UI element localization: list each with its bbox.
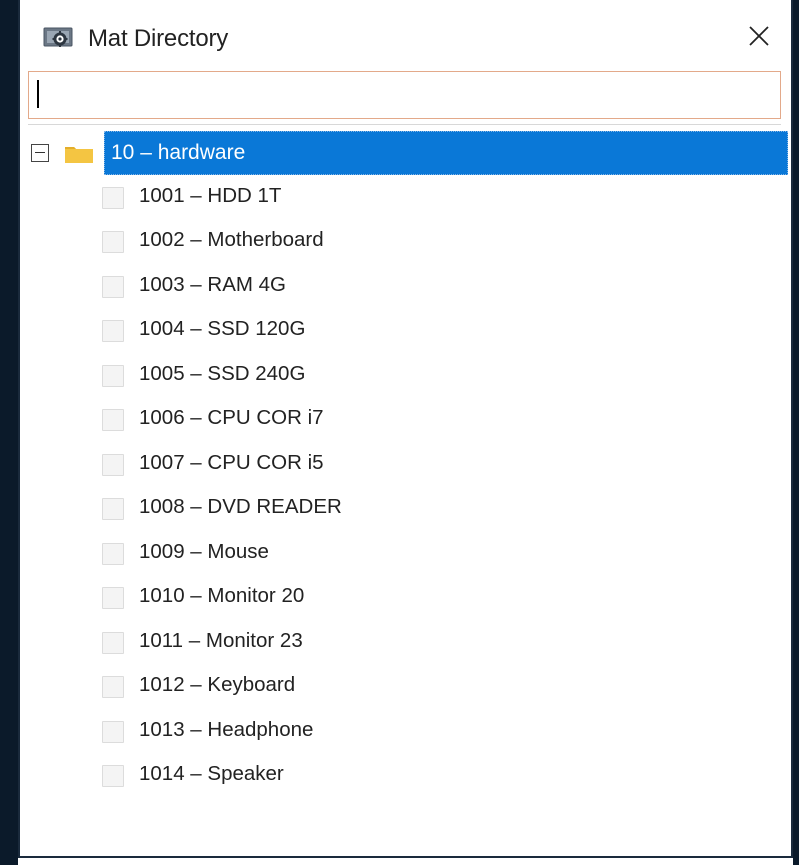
tree-item[interactable]: 1005 – SSD 240G: [102, 356, 502, 396]
tree-item-label: 1006 – CPU COR i7: [139, 406, 324, 429]
tree-item[interactable]: 1001 – HDD 1T: [102, 178, 502, 218]
tree-item[interactable]: 1010 – Monitor 20: [102, 578, 502, 618]
item-checkbox[interactable]: [102, 543, 124, 565]
tree-item[interactable]: 1002 – Motherboard: [102, 222, 502, 262]
tree-item[interactable]: 1013 – Headphone: [102, 712, 502, 752]
item-checkbox[interactable]: [102, 765, 124, 787]
mat-directory-window: Mat Directory 10 – hardware 1001 – HDD 1…: [18, 0, 793, 858]
tree-item-label: 1004 – SSD 120G: [139, 317, 306, 340]
tree-item-label: 1002 – Motherboard: [139, 228, 324, 251]
tree-item[interactable]: 1011 – Monitor 23: [102, 623, 502, 663]
background-edge-left: [0, 0, 18, 865]
tree-item[interactable]: 1014 – Speaker: [102, 756, 502, 796]
tree-item[interactable]: 1012 – Keyboard: [102, 667, 502, 707]
tree-item[interactable]: 1003 – RAM 4G: [102, 267, 502, 307]
tree-item-label: 1011 – Monitor 23: [139, 629, 303, 652]
item-checkbox[interactable]: [102, 409, 124, 431]
tree-item[interactable]: 1007 – CPU COR i5: [102, 445, 502, 485]
tree-item-label: 1009 – Mouse: [139, 540, 269, 563]
tree-item-label: 1001 – HDD 1T: [139, 184, 282, 207]
tree-item-label: 1003 – RAM 4G: [139, 273, 286, 296]
tree-node-root-label[interactable]: 10 – hardware: [104, 131, 788, 175]
item-checkbox[interactable]: [102, 187, 124, 209]
tree-item-label: 1014 – Speaker: [139, 762, 284, 785]
search-input[interactable]: [31, 74, 778, 116]
item-checkbox[interactable]: [102, 276, 124, 298]
tree-item-label: 1012 – Keyboard: [139, 673, 296, 696]
title-bar[interactable]: Mat Directory: [20, 0, 791, 72]
item-checkbox[interactable]: [102, 587, 124, 609]
item-checkbox[interactable]: [102, 454, 124, 476]
collapse-toggle-icon[interactable]: [31, 144, 49, 162]
window-title: Mat Directory: [88, 25, 229, 52]
tree-view[interactable]: 10 – hardware 1001 – HDD 1T 1002 – Mothe…: [28, 124, 788, 853]
item-checkbox[interactable]: [102, 320, 124, 342]
item-checkbox[interactable]: [102, 721, 124, 743]
tree-item[interactable]: 1008 – DVD READER: [102, 489, 502, 529]
tree-item-label: 1008 – DVD READER: [139, 495, 342, 518]
item-checkbox[interactable]: [102, 676, 124, 698]
search-field[interactable]: [28, 71, 781, 119]
item-checkbox[interactable]: [102, 365, 124, 387]
tree-item-label: 1007 – CPU COR i5: [139, 451, 324, 474]
gear-window-icon: [43, 27, 73, 51]
screen: Mat Directory 10 – hardware 1001 – HDD 1…: [0, 0, 799, 865]
tree-node-root[interactable]: 10 – hardware: [28, 131, 788, 175]
item-checkbox[interactable]: [102, 231, 124, 253]
tree-item[interactable]: 1006 – CPU COR i7: [102, 400, 502, 440]
tree-item[interactable]: 1009 – Mouse: [102, 534, 502, 574]
tree-item-label: 1010 – Monitor 20: [139, 584, 305, 607]
item-checkbox[interactable]: [102, 498, 124, 520]
close-icon: [748, 25, 770, 52]
item-checkbox[interactable]: [102, 632, 124, 654]
tree-item[interactable]: 1004 – SSD 120G: [102, 311, 502, 351]
text-caret: [37, 80, 39, 108]
background-edge-right: [793, 0, 799, 865]
tree-item-label: 1005 – SSD 240G: [139, 362, 306, 385]
tree-item-label: 1013 – Headphone: [139, 718, 314, 741]
close-button[interactable]: [741, 20, 777, 56]
folder-icon: [64, 144, 94, 164]
